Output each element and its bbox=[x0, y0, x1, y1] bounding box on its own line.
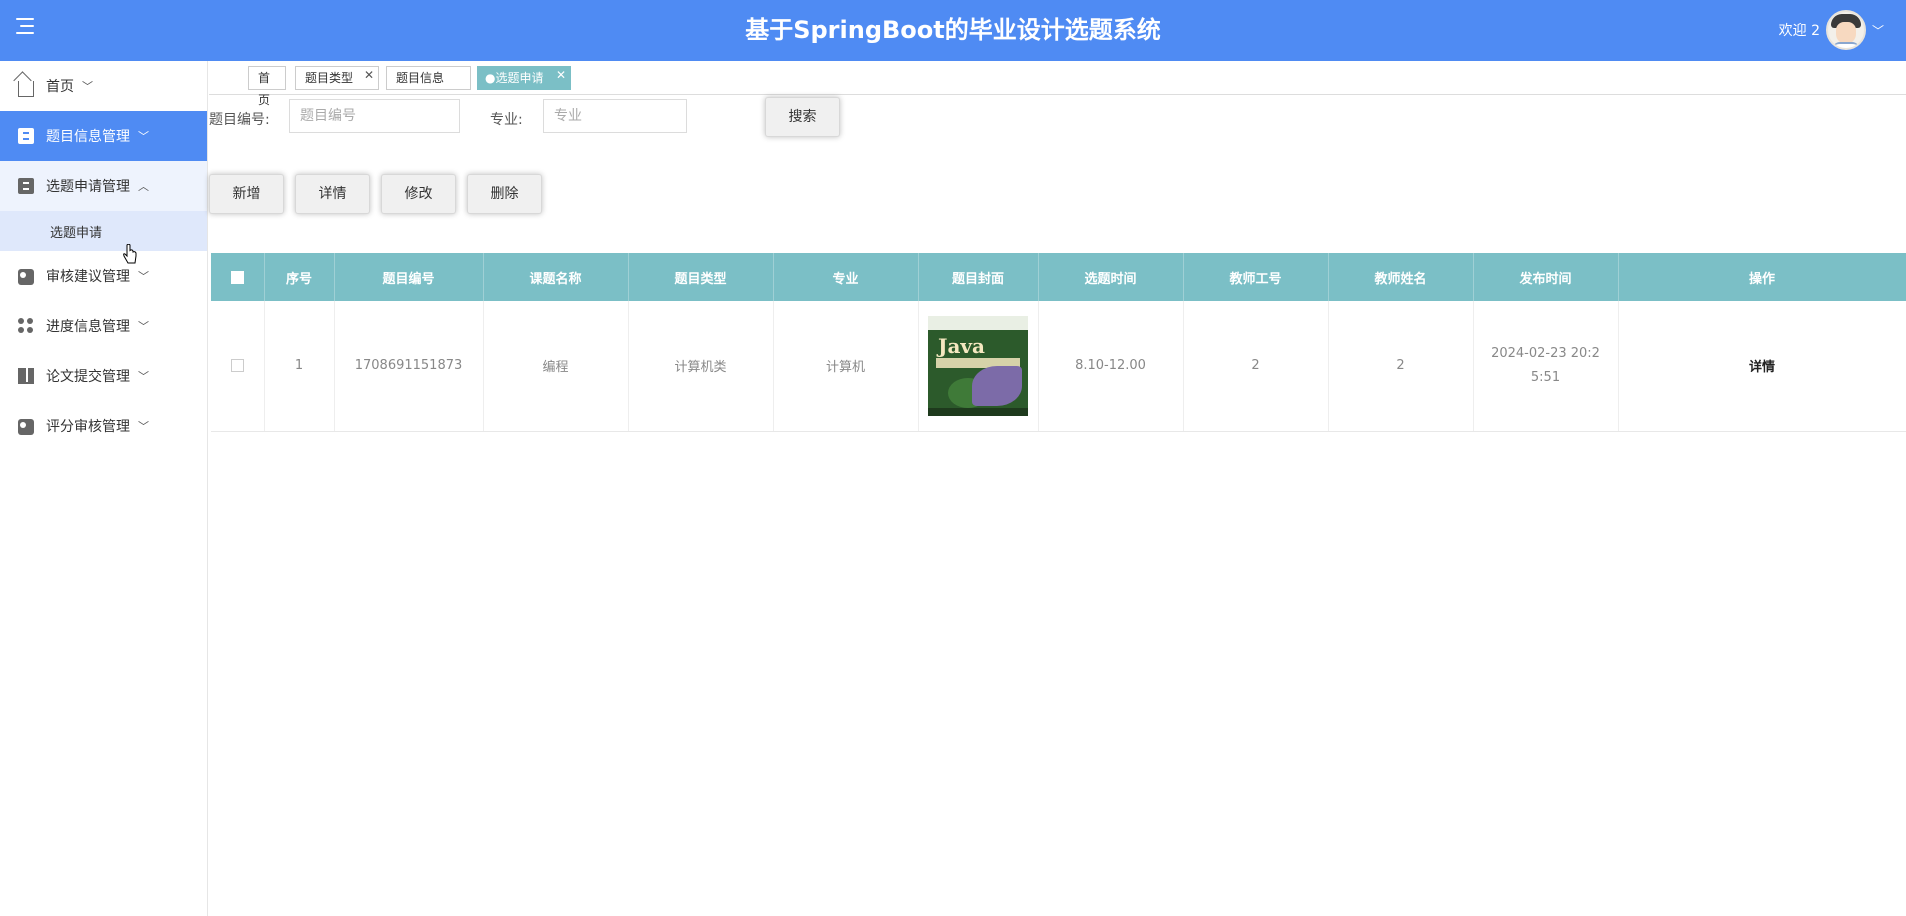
edit-button[interactable]: 修改 bbox=[381, 174, 456, 214]
chevron-down-icon: ﹀ bbox=[82, 80, 93, 93]
cover-image[interactable]: Java bbox=[928, 315, 1028, 416]
topic-application-table: 序号 题目编号 课题名称 题目类型 专业 题目封面 选题时间 教师工号 教师姓名… bbox=[211, 253, 1906, 432]
sidebar-item-review-suggestions[interactable]: 审核建议管理 ﹀ bbox=[0, 251, 207, 301]
search-button[interactable]: 搜索 bbox=[765, 97, 840, 137]
select-all-checkbox[interactable] bbox=[230, 270, 244, 284]
column-header[interactable]: 课题名称 bbox=[483, 253, 629, 301]
cell-topic-name: 编程 bbox=[483, 301, 629, 432]
column-header[interactable]: 教师姓名 bbox=[1328, 253, 1474, 301]
column-header[interactable]: 题目封面 bbox=[918, 253, 1039, 301]
row-checkbox[interactable] bbox=[230, 359, 244, 373]
major-label: 专业: bbox=[490, 112, 523, 128]
cell-publish-time: 2024-02-23 20:25:51 bbox=[1473, 301, 1619, 432]
book-icon bbox=[18, 368, 34, 384]
column-header[interactable]: 发布时间 bbox=[1473, 253, 1619, 301]
close-icon[interactable]: ✕ bbox=[364, 64, 374, 86]
sidebar-item-label: 首页 bbox=[46, 79, 74, 95]
chevron-down-icon: ﹀ bbox=[138, 420, 149, 433]
chevron-down-icon: ﹀ bbox=[138, 270, 149, 283]
sidebar-item-progress[interactable]: 进度信息管理 ﹀ bbox=[0, 301, 207, 351]
add-button[interactable]: 新增 bbox=[209, 174, 284, 214]
cell-select-time: 8.10-12.00 bbox=[1038, 301, 1184, 432]
row-detail-link[interactable]: 详情 bbox=[1749, 360, 1775, 375]
app-title: 基于SpringBoot的毕业设计选题系统 bbox=[745, 16, 1161, 44]
chevron-down-icon: ﹀ bbox=[138, 130, 149, 143]
avatar-icon[interactable] bbox=[1825, 10, 1866, 50]
main-content: 首页 题目类型 ✕ 题目信息 ●选题申请 ✕ 题目编号: 专业: 搜索 新增 详… bbox=[209, 61, 1906, 916]
close-icon[interactable]: ✕ bbox=[556, 64, 566, 86]
tab-topic-info[interactable]: 题目信息 bbox=[386, 66, 471, 90]
sidebar-item-home[interactable]: 首页 ﹀ bbox=[0, 61, 207, 111]
delete-button[interactable]: 删除 bbox=[467, 174, 542, 214]
toggle-icon bbox=[18, 419, 34, 435]
sidebar-item-label: 论文提交管理 bbox=[46, 369, 130, 385]
document-box-icon bbox=[18, 128, 34, 144]
table-row: 1 1708691151873 编程 计算机类 计算机 Java 8.10-12… bbox=[211, 301, 1906, 432]
home-icon bbox=[18, 81, 34, 97]
topic-number-label: 题目编号: bbox=[209, 112, 270, 128]
cell-major: 计算机 bbox=[773, 301, 919, 432]
detail-button[interactable]: 详情 bbox=[295, 174, 370, 214]
cell-topic-number: 1708691151873 bbox=[334, 301, 484, 432]
cell-cover: Java bbox=[918, 301, 1039, 432]
column-header[interactable]: 教师工号 bbox=[1183, 253, 1329, 301]
column-header[interactable]: 选题时间 bbox=[1038, 253, 1184, 301]
chevron-up-icon: ︿ bbox=[138, 180, 149, 193]
sidebar-item-label: 选题申请管理 bbox=[46, 179, 130, 195]
column-header[interactable]: 序号 bbox=[264, 253, 335, 301]
chevron-down-icon: ﹀ bbox=[138, 320, 149, 333]
cell-topic-type: 计算机类 bbox=[628, 301, 774, 432]
tab-home[interactable]: 首页 bbox=[248, 66, 286, 107]
document-box-icon bbox=[18, 178, 34, 194]
cell-teacher-name: 2 bbox=[1328, 301, 1474, 432]
sidebar-item-score-review[interactable]: 评分审核管理 ﹀ bbox=[0, 401, 207, 451]
sidebar-item-thesis-submit[interactable]: 论文提交管理 ﹀ bbox=[0, 351, 207, 401]
toggle-icon bbox=[18, 269, 34, 285]
column-header[interactable]: 专业 bbox=[773, 253, 919, 301]
sidebar-item-label: 评分审核管理 bbox=[46, 419, 130, 435]
select-all-cell bbox=[211, 253, 265, 301]
sidebar-item-label: 进度信息管理 bbox=[46, 319, 130, 335]
grid-dots-icon bbox=[18, 318, 34, 334]
cell-operation: 详情 bbox=[1618, 301, 1906, 432]
sidebar-item-label: 审核建议管理 bbox=[46, 269, 130, 285]
chevron-down-icon: ﹀ bbox=[138, 370, 149, 383]
tab-bar: 首页 题目类型 ✕ 题目信息 ●选题申请 ✕ bbox=[209, 61, 1906, 107]
sidebar: 首页 ﹀ 题目信息管理 ﹀ 选题申请管理 ︿ 选题申请 审核建议管理 ﹀ 进度信… bbox=[0, 61, 208, 916]
cell-index: 1 bbox=[264, 301, 335, 432]
top-header: 基于SpringBoot的毕业设计选题系统 欢迎 2 ﹀ bbox=[0, 0, 1906, 61]
sidebar-item-topic-info[interactable]: 题目信息管理 ﹀ bbox=[0, 111, 207, 161]
major-input[interactable] bbox=[543, 99, 687, 133]
topic-number-input[interactable] bbox=[289, 99, 460, 133]
column-header[interactable]: 题目类型 bbox=[628, 253, 774, 301]
sidebar-item-label: 题目信息管理 bbox=[46, 129, 130, 145]
chevron-down-icon[interactable]: ﹀ bbox=[1872, 22, 1884, 39]
row-select-cell bbox=[211, 301, 265, 432]
sidebar-item-topic-application[interactable]: 选题申请管理 ︿ bbox=[0, 161, 207, 211]
column-header[interactable]: 题目编号 bbox=[334, 253, 484, 301]
user-menu[interactable]: 欢迎 2 ﹀ bbox=[1779, 7, 1884, 53]
tab-topic-type[interactable]: 题目类型 ✕ bbox=[295, 66, 379, 90]
hand-cursor-icon bbox=[123, 244, 137, 264]
tab-topic-application[interactable]: ●选题申请 ✕ bbox=[477, 66, 571, 90]
cell-teacher-number: 2 bbox=[1183, 301, 1329, 432]
sidebar-subitem-topic-application[interactable]: 选题申请 bbox=[0, 211, 207, 251]
welcome-text: 欢迎 2 bbox=[1778, 23, 1820, 39]
table-header-row: 序号 题目编号 课题名称 题目类型 专业 题目封面 选题时间 教师工号 教师姓名… bbox=[211, 253, 1906, 301]
column-header[interactable]: 操作 bbox=[1618, 253, 1906, 301]
